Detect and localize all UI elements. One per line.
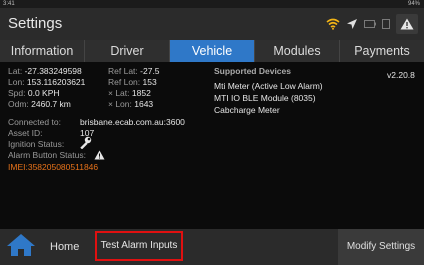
alarm-button-status-label: Alarm Button Status: bbox=[8, 150, 86, 160]
gps-lat-row: Lat: -27.383249598 bbox=[8, 66, 82, 77]
gps-speed-value: 0.0 KPH bbox=[27, 88, 60, 98]
home-label: Home bbox=[50, 241, 80, 253]
sim-icon bbox=[382, 19, 390, 29]
warning-button[interactable] bbox=[396, 14, 418, 34]
home-icon bbox=[6, 233, 36, 262]
ref-lon-label: Ref Lon: bbox=[108, 77, 141, 87]
gps-odometer-label: Odm: bbox=[8, 99, 29, 109]
xlat-label: × Lat: bbox=[108, 88, 130, 98]
version-label: v2.20.8 bbox=[387, 70, 415, 80]
page-title: Settings bbox=[8, 15, 63, 32]
gps-lat-label: Lat: bbox=[8, 66, 23, 76]
status-time: 3:41 bbox=[3, 1, 15, 7]
test-alarm-inputs-button[interactable]: Test Alarm Inputs bbox=[95, 231, 183, 261]
home-button[interactable]: Home bbox=[6, 231, 79, 263]
battery-icon bbox=[364, 20, 376, 28]
device-item: MTI IO BLE Module (8035) bbox=[214, 93, 316, 103]
ref-lat-value: -27.5 bbox=[140, 66, 160, 76]
ref-lat-row: Ref Lat: -27.5 bbox=[108, 66, 160, 77]
status-bar: 3:41 94% bbox=[0, 0, 424, 8]
gps-lon-value: 153.116203621 bbox=[26, 77, 86, 87]
device-item: Cabcharge Meter bbox=[214, 105, 280, 115]
xlon-label: × Lon: bbox=[108, 99, 132, 109]
gps-speed-row: Spd: 0.0 KPH bbox=[8, 88, 60, 99]
xlon-row: × Lon: 1643 bbox=[108, 99, 153, 110]
device-item: Mti Meter (Active Low Alarm) bbox=[214, 81, 323, 91]
xlat-value: 1852 bbox=[131, 88, 151, 98]
location-arrow-icon bbox=[346, 18, 358, 30]
ref-lon-value: 153 bbox=[142, 77, 157, 87]
tab-vehicle[interactable]: Vehicle bbox=[170, 40, 255, 62]
tab-information[interactable]: Information bbox=[0, 40, 85, 62]
gps-odometer-row: Odm: 2460.7 km bbox=[8, 99, 71, 110]
tab-payments[interactable]: Payments bbox=[340, 40, 424, 62]
tab-modules[interactable]: Modules bbox=[255, 40, 340, 62]
vehicle-panel: Lat: -27.383249598 Lon: 153.116203621 Sp… bbox=[0, 62, 424, 229]
gps-speed-label: Spd: bbox=[8, 88, 26, 98]
imei-label: IMEI: bbox=[8, 162, 28, 172]
gps-lon-label: Lon: bbox=[8, 77, 25, 87]
modify-settings-button[interactable]: Modify Settings bbox=[338, 229, 424, 265]
connected-label: Connected to: bbox=[8, 117, 61, 127]
warning-icon bbox=[400, 18, 414, 30]
ref-lat-label: Ref Lat: bbox=[108, 66, 138, 76]
ref-lon-row: Ref Lon: 153 bbox=[108, 77, 157, 88]
tab-bar: Information Driver Vehicle Modules Payme… bbox=[0, 40, 424, 62]
gps-lon-row: Lon: 153.116203621 bbox=[8, 77, 85, 88]
asset-id-label: Asset ID: bbox=[8, 128, 43, 138]
wifi-icon bbox=[326, 18, 340, 30]
imei-row: IMEI:358205080511846 bbox=[8, 162, 98, 173]
imei-value: 358205080511846 bbox=[27, 162, 99, 172]
supported-devices-heading: Supported Devices bbox=[214, 66, 291, 76]
app-bar: Settings bbox=[0, 8, 424, 40]
gps-odometer-value: 2460.7 km bbox=[31, 99, 71, 109]
app-bar-icons bbox=[326, 14, 418, 34]
xlat-row: × Lat: 1852 bbox=[108, 88, 151, 99]
status-battery: 94% bbox=[407, 1, 420, 7]
gps-lat-value: -27.383249598 bbox=[24, 66, 82, 76]
xlon-value: 1643 bbox=[134, 99, 154, 109]
tab-driver[interactable]: Driver bbox=[85, 40, 170, 62]
connected-value: brisbane.ecab.com.au:3600 bbox=[80, 117, 185, 127]
bottom-bar: Home Test Alarm Inputs Modify Settings bbox=[0, 229, 424, 265]
ignition-label: Ignition Status: bbox=[8, 139, 65, 149]
